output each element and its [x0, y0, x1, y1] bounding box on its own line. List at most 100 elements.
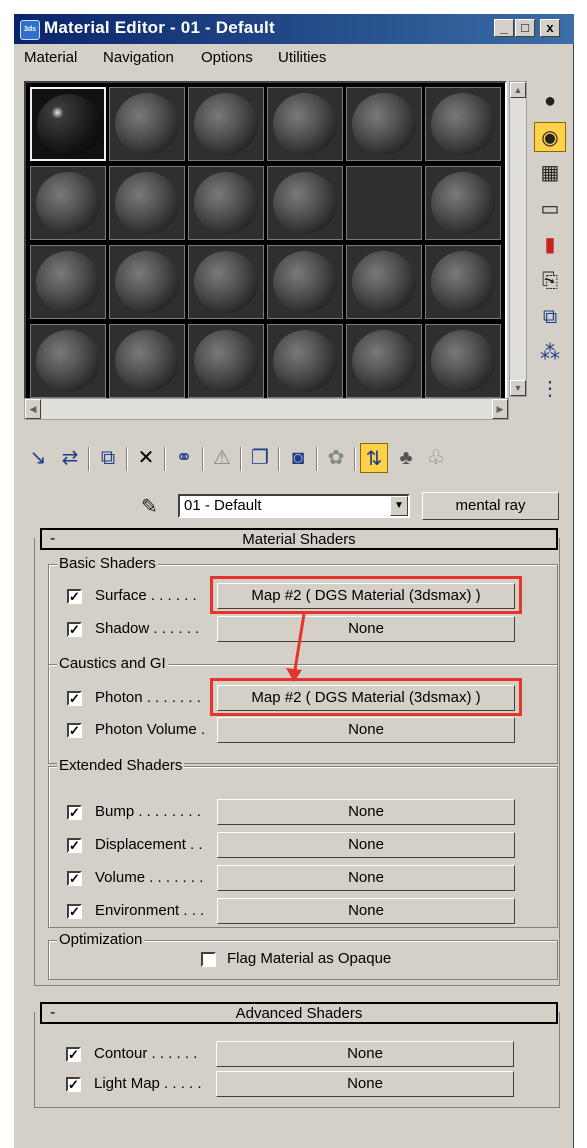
put-to-library-icon[interactable]: ⚠: [208, 443, 236, 473]
minimize-button[interactable]: _: [494, 19, 514, 37]
sample-slot[interactable]: [30, 166, 106, 240]
material-id-channel-icon[interactable]: ❐: [246, 443, 274, 473]
sample-slot[interactable]: [425, 87, 501, 161]
scroll-down-button[interactable]: ▼: [510, 380, 526, 396]
advanced-shaders-header[interactable]: - Advanced Shaders: [40, 1002, 558, 1024]
light-map-checkbox[interactable]: ✓: [66, 1077, 81, 1092]
menu-navigation[interactable]: Navigation: [103, 49, 174, 66]
displacement-map-button[interactable]: None: [217, 832, 515, 858]
surface-label: Surface . . . . . .: [95, 587, 197, 604]
bump-checkbox[interactable]: ✓: [67, 805, 82, 820]
sample-slot[interactable]: [346, 245, 422, 319]
light-map-map-button[interactable]: None: [216, 1071, 514, 1097]
video-color-check-icon[interactable]: ▮: [534, 230, 566, 260]
menu-options[interactable]: Options: [201, 49, 253, 66]
photon-label: Photon . . . . . . .: [95, 689, 201, 706]
sample-slot[interactable]: [425, 324, 501, 398]
material-type-button[interactable]: mental ray: [422, 492, 559, 520]
flag-opaque-checkbox[interactable]: [201, 952, 216, 967]
group-label: Optimization: [57, 931, 145, 948]
sample-slot[interactable]: [346, 87, 422, 161]
background-checker-icon[interactable]: ▦: [534, 158, 566, 188]
make-preview-icon[interactable]: ⎘: [534, 266, 566, 296]
material-sphere: [273, 330, 337, 392]
menu-material[interactable]: Material: [24, 49, 77, 66]
scroll-up-button[interactable]: ▲: [510, 82, 526, 98]
photon-checkbox[interactable]: ✓: [67, 691, 82, 706]
app-icon[interactable]: 3ds: [20, 20, 40, 40]
sample-slot[interactable]: [109, 324, 185, 398]
toolbar-separator: [164, 447, 166, 471]
contour-map-button[interactable]: None: [216, 1041, 514, 1067]
bump-map-button[interactable]: None: [217, 799, 515, 825]
sample-slot[interactable]: [109, 87, 185, 161]
go-forward-to-sibling-icon[interactable]: ♣: [392, 443, 420, 473]
sample-slot[interactable]: [188, 87, 264, 161]
surface-checkbox[interactable]: ✓: [67, 589, 82, 604]
extra-nav-icon[interactable]: ♧: [422, 443, 450, 473]
volume-checkbox[interactable]: ✓: [67, 871, 82, 886]
sample-type-icon[interactable]: ●: [534, 86, 566, 116]
sample-slot[interactable]: [188, 166, 264, 240]
sample-slot[interactable]: [267, 87, 343, 161]
assign-to-selection-icon[interactable]: ⧉: [94, 443, 122, 473]
menu-utilities[interactable]: Utilities: [278, 49, 326, 66]
close-button[interactable]: x: [540, 19, 560, 37]
pick-material-eyedropper-icon[interactable]: ✎: [141, 494, 158, 519]
show-map-in-viewport-icon[interactable]: ◙: [284, 443, 312, 473]
sample-slot[interactable]: [346, 166, 422, 240]
maximize-button[interactable]: □: [515, 19, 535, 37]
sample-slot[interactable]: [267, 166, 343, 240]
material-name-dropdown-button[interactable]: ▼: [390, 496, 408, 516]
material-map-navigator-icon[interactable]: ⋮: [534, 374, 566, 404]
sample-slot[interactable]: [30, 324, 106, 398]
material-sphere: [37, 94, 101, 156]
material-sphere: [273, 251, 337, 313]
toolbar-separator: [88, 447, 90, 471]
material-sphere: [194, 251, 258, 313]
displacement-checkbox[interactable]: ✓: [67, 838, 82, 853]
window-title: Material Editor - 01 - Default: [44, 18, 275, 37]
options-icon[interactable]: ⧉: [534, 302, 566, 332]
photon-volume-checkbox[interactable]: ✓: [67, 723, 82, 738]
shadow-map-button[interactable]: None: [217, 616, 515, 642]
make-unique-icon[interactable]: ⚭: [170, 443, 198, 473]
backlight-icon[interactable]: ◉: [534, 122, 566, 152]
photon-volume-map-button[interactable]: None: [217, 717, 515, 743]
group-label: Extended Shaders: [57, 757, 185, 774]
sample-slot[interactable]: [188, 324, 264, 398]
sample-slot[interactable]: [346, 324, 422, 398]
sample-slot[interactable]: [30, 245, 106, 319]
put-to-scene-icon[interactable]: ⇄: [56, 443, 84, 473]
material-sphere: [431, 93, 495, 155]
shadow-checkbox[interactable]: ✓: [67, 622, 82, 637]
material-shaders-header[interactable]: - Material Shaders: [40, 528, 558, 550]
sample-slot[interactable]: [267, 245, 343, 319]
sample-slot[interactable]: [425, 245, 501, 319]
displacement-label: Displacement . .: [95, 836, 203, 853]
sample-slot[interactable]: [425, 166, 501, 240]
volume-map-button[interactable]: None: [217, 865, 515, 891]
show-end-result-icon[interactable]: ✿: [322, 443, 350, 473]
sample-slots-vertical-scrollbar[interactable]: ▲ ▼: [509, 81, 527, 397]
go-to-parent-icon[interactable]: ⇅: [360, 443, 388, 473]
environment-checkbox[interactable]: ✓: [67, 904, 82, 919]
select-by-material-icon[interactable]: ⁂: [534, 338, 566, 368]
title-bar[interactable]: 3ds Material Editor - 01 - Default _ □ x: [14, 14, 574, 44]
environment-map-button[interactable]: None: [217, 898, 515, 924]
get-material-icon[interactable]: ↘: [24, 443, 52, 473]
scroll-left-button[interactable]: ◀: [25, 399, 41, 419]
reset-map-icon[interactable]: ✕: [132, 443, 160, 473]
sample-slot[interactable]: [30, 87, 106, 161]
sample-uv-tiling-icon[interactable]: ▭: [534, 194, 566, 224]
sample-slot[interactable]: [109, 166, 185, 240]
sample-slot[interactable]: [188, 245, 264, 319]
scroll-right-button[interactable]: ▶: [492, 399, 508, 419]
sample-slot[interactable]: [109, 245, 185, 319]
sample-slots-horizontal-scrollbar[interactable]: ◀ ▶: [24, 398, 509, 420]
sample-slot[interactable]: [267, 324, 343, 398]
material-name-field[interactable]: 01 - Default: [178, 494, 410, 518]
bottom-toolbar: ↘ ⇄ ⧉ ✕ ⚭ ⚠ ❐ ◙ ✿ ⇅ ♣ ♧: [24, 439, 569, 479]
contour-checkbox[interactable]: ✓: [66, 1047, 81, 1062]
sample-slots-grid: [24, 81, 507, 407]
